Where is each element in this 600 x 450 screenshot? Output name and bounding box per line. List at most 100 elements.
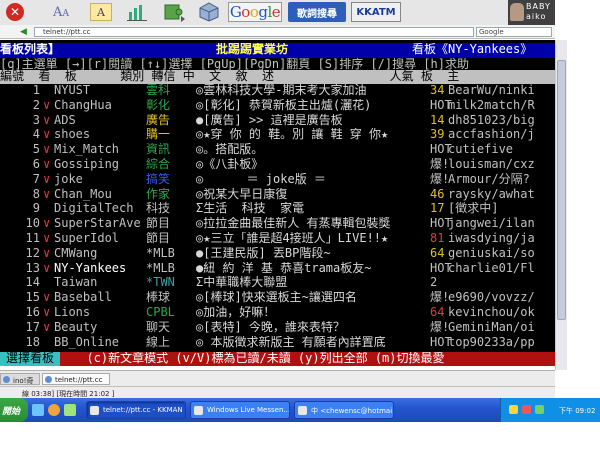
board-moderators: geniuskai/so [448,246,535,260]
lyrics-search-button[interactable]: 歌詞搜尋 [288,2,346,22]
board-name: Beauty [54,320,98,334]
highlight-button[interactable]: A [90,3,112,21]
status-bar: 線 03:38] [現在時間 21:02 ] [0,386,555,398]
tray-clock: 下午 09:02 [559,407,596,415]
board-class: 科技 [146,202,171,216]
tab-yahoo[interactable]: ino!奇摩 [0,373,40,395]
google-button[interactable]: Google [228,2,282,22]
board-popularity: 14 [430,113,445,127]
task-label: 中 <chewensc@hotmai... [311,407,394,415]
back-arrow-icon[interactable]: ◀ [20,27,30,37]
task-chat[interactable]: 中 <chewensc@hotmai... [294,401,394,419]
telnet-terminal[interactable]: 看板列表】 批踢踢實業坊 看板《NY-Yankees》 [q]主選單 [→][r… [0,40,555,366]
vertical-scrollbar[interactable] [555,40,567,370]
board-moderators: BearWu/ninki [448,84,535,97]
google-letter: g [258,3,268,21]
board-row[interactable]: 4 ∨ shoes 購一 ◎★穿 你 的 鞋。別 讓 鞋 穿 你★ 39 accfashio… [0,128,555,142]
scrollbar-thumb[interactable] [557,60,566,320]
board-row[interactable]: 1 NYUST 雲科 ◎雲林科技大學-期末考大家加油 34 BearWu/ninki [0,84,555,98]
board-row[interactable]: 10 ∨ SuperStarAve 節目 ◎拉拉金曲最佳新人 有蒸專輯包裝獎 HOT jan… [0,217,555,231]
board-class: *MLB [146,261,175,275]
board-row[interactable]: 8 ∨ Chan_Mou 作家 ◎祝某大早日康復 46 raysky/awhat [0,188,555,202]
url-input[interactable]: telnet://ptt.cc [34,27,474,37]
board-number: 9 [32,202,40,216]
board-row[interactable]: 14 Taiwan *TWN Σ中華職棒大聯盟 2 [0,276,555,290]
quicklaunch-ie-icon[interactable] [32,404,44,416]
board-row[interactable]: 18 BB_Online 線上 ◎ 本版徵求新版主 有願者內詳置底 HOT top9023… [0,336,555,350]
board-name: Baseball [54,291,112,305]
board-row[interactable]: 13 ∨ NY-Yankees *MLB ●紐 約 洋 基 恭喜trama板友~ HOT c… [0,262,555,276]
unread-mark: ∨ [43,261,51,275]
tray-antivirus-icon[interactable] [522,405,531,414]
board-row[interactable]: 5 ∨ Mix_Match 資訊 ◎。搭配版。 HOT cutiefive [0,143,555,157]
board-number: 12 [25,246,40,260]
title-left: 看板列表】 [0,43,61,56]
board-row[interactable]: 17 ∨ Beauty 聊天 ◎[表特] 今晚，誰來表特？ 爆! GeminiMan/oi [0,321,555,335]
board-row[interactable]: 6 ∨ Gossiping 綜合 ◎《八卦板》 爆! louisman/cxz [0,158,555,172]
search-input[interactable]: Google [476,27,552,37]
unread-mark: ∨ [43,98,51,112]
unread-mark: ∨ [43,291,51,305]
board-description: Σ生活 科技 家電 [196,202,305,216]
board-description: ◎★穿 你 的 鞋。別 讓 鞋 穿 你★ [196,128,389,142]
baby-face-icon [510,3,524,21]
board-popularity: 爆! [430,320,450,334]
board-name: Gossiping [54,158,120,171]
board-row[interactable]: 9 DigitalTech 科技 Σ生活 科技 家電 17 [徵求中] [0,202,555,216]
board-number: 4 [32,128,40,142]
board-row[interactable]: 3 ∨ ADS 廣告 ●[廣告] >> 這裡是廣告板 14 dh851023/big [0,114,555,128]
tray-messenger-icon[interactable] [535,405,544,414]
baby-line2: aiko [526,12,547,21]
board-row[interactable]: 7 ∨ joke 搞笑 ◎ ＝ joke版 ＝ 爆! Armour/分隔? [0,173,555,187]
unread-mark: ∨ [43,187,51,201]
board-description: ●紐 約 洋 基 恭喜trama板友~ [196,261,372,275]
board-description: ◎加油，好嘛！ [196,306,276,319]
board-row[interactable]: 16 ∨ Lions CPBL ◎加油，好嘛！ 64 kevinchou/ok [0,306,555,320]
board-name: ChangHua [54,98,112,112]
baby-widget[interactable]: BABY aiko [508,0,555,25]
stats-button[interactable] [126,2,148,22]
board-number: 11 [25,232,40,245]
board-moderators: kevinchou/ok [448,306,535,319]
google-letter: e [271,3,281,21]
board-description: ◎ ＝ joke版 ＝ [196,172,326,186]
unread-mark: ∨ [43,246,51,260]
board-popularity: 2 [430,276,438,290]
kkatm-button[interactable]: KKATM [351,2,401,22]
board-class: *TWN [146,276,175,290]
board-popularity: 爆! [430,172,450,186]
board-moderators: iwasdying/ja [448,232,535,245]
board-name: Mix_Match [54,143,120,157]
quicklaunch-player-icon[interactable] [48,404,60,416]
board-class: 資訊 [146,143,171,157]
board-row[interactable]: 12 ∨ CMWang *MLB ●[王建民版] 丟BP階段~ 64 geniuskai/s… [0,247,555,261]
highlight-icon: A [97,5,105,19]
google-letter: o [241,3,250,21]
tools-button[interactable] [162,2,186,22]
board-popularity: 46 [430,187,445,201]
task-messenger[interactable]: Windows Live Messen... [190,401,290,419]
puzzle-icon [164,4,185,22]
tray-network-icon[interactable] [509,405,518,414]
system-tray: 下午 09:02 [500,398,600,422]
board-class: 節目 [146,232,171,245]
board-name: NY-Yankees [54,261,127,275]
board-popularity: 81 [430,232,445,245]
board-number: 7 [32,172,40,186]
board-popularity: 爆! [430,158,450,171]
board-row[interactable]: 11 ∨ SuperIdol 節目 ◎★三立「誰是超4接班人」LIVE!!★ 81 iwas… [0,232,555,246]
tab-telnet[interactable]: telnet://ptt.cc [42,373,110,385]
board-moderators: top90233a/pp [448,335,535,349]
cube-button[interactable] [198,2,220,22]
board-moderators: milk2match/R [448,98,535,112]
board-row[interactable]: 15 ∨ Baseball 棒球 ◎[棒球]快來選板主~讓選四名 爆! e9690/vovz… [0,291,555,305]
board-row[interactable]: 2 ∨ ChangHua 彰化 ◎[彰化] 恭賀新板主出爐(灑花) HOT milk2mat… [0,99,555,113]
quicklaunch-desktop-icon[interactable] [64,404,76,416]
close-button[interactable]: ✕ [6,3,24,21]
start-button[interactable]: 開始 [0,398,28,422]
yahoo-tab-icon [3,376,10,383]
board-description: ◎《八卦板》 [196,158,264,171]
task-kkman[interactable]: telnet://ptt.cc - KKMAN [86,401,186,419]
text-size-button[interactable]: AA [48,2,74,22]
board-name: Taiwan [54,276,98,290]
